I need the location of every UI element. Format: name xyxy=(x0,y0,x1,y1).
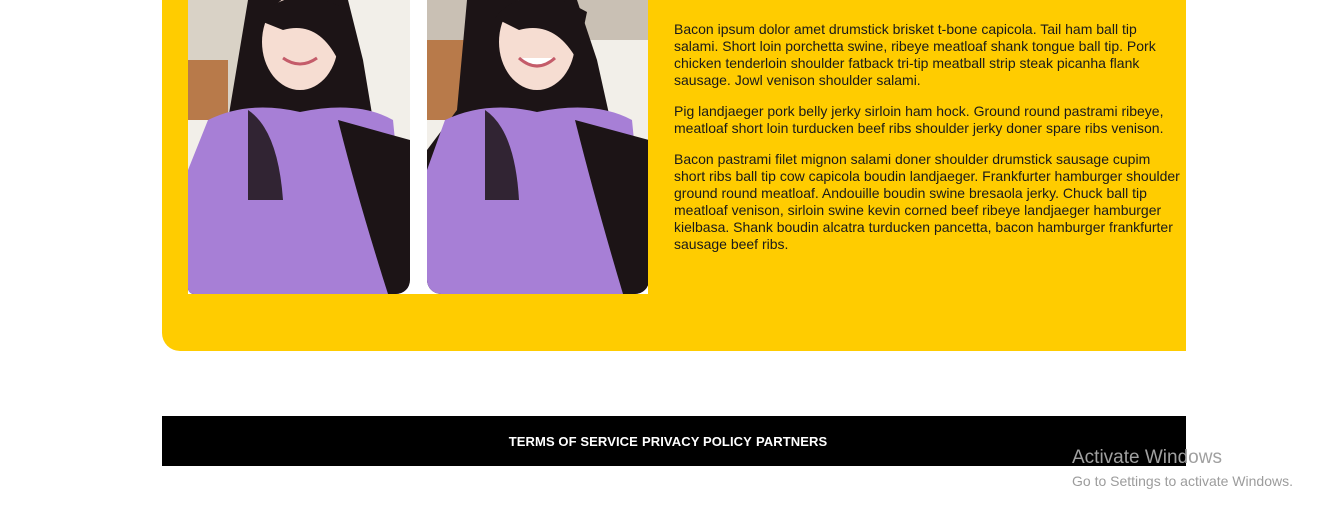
photo-image xyxy=(188,0,410,294)
footer-nav: TERMS OF SERVICE PRIVACY POLICY PARTNERS xyxy=(509,434,828,449)
paragraph: Bacon ipsum dolor amet drumstick brisket… xyxy=(674,21,1156,88)
activate-windows-watermark: Activate Windows Go to Settings to activ… xyxy=(1072,447,1293,490)
watermark-subtitle: Go to Settings to activate Windows. xyxy=(1072,473,1293,489)
page: Bacon ipsum dolor amet drumstick brisket… xyxy=(0,0,1325,518)
photo-gallery xyxy=(188,0,648,294)
photo-image xyxy=(427,0,648,294)
paragraph: Bacon pastrami filet mignon salami doner… xyxy=(674,151,1180,252)
content-panel: Bacon ipsum dolor amet drumstick brisket… xyxy=(162,0,1186,351)
privacy-policy-link[interactable]: PRIVACY POLICY xyxy=(642,434,752,449)
partners-link[interactable]: PARTNERS xyxy=(756,434,827,449)
terms-of-service-link[interactable]: TERMS OF SERVICE xyxy=(509,434,638,449)
footer: TERMS OF SERVICE PRIVACY POLICY PARTNERS xyxy=(162,416,1186,466)
paragraph: Pig landjaeger pork belly jerky sirloin … xyxy=(674,103,1164,136)
body-text: Bacon ipsum dolor amet drumstick brisket… xyxy=(674,21,1180,267)
watermark-title: Activate Windows xyxy=(1072,447,1222,468)
